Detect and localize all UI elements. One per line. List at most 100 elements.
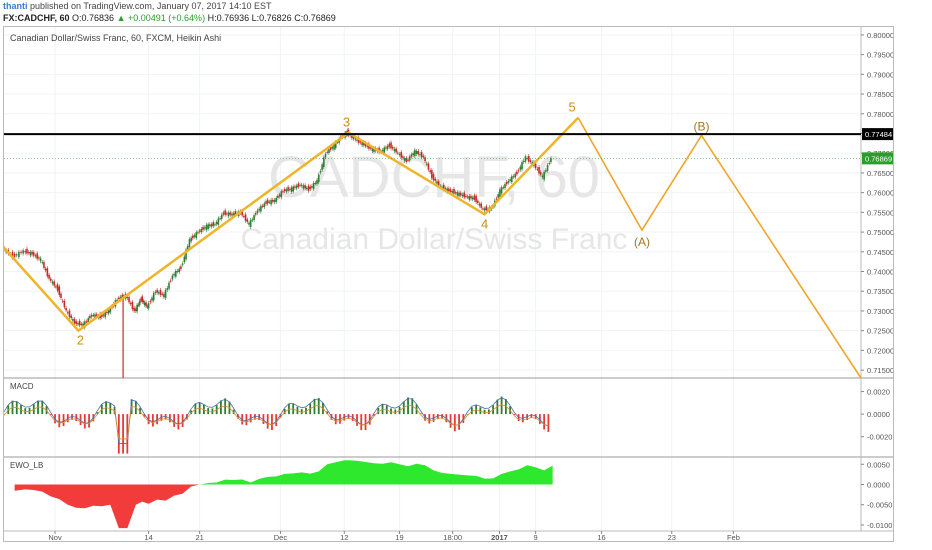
candle-body	[429, 170, 431, 173]
candle-body	[454, 192, 457, 194]
candle-body	[287, 187, 289, 191]
candle-body	[193, 235, 196, 237]
candle-body	[90, 314, 93, 317]
candle-body	[145, 302, 147, 307]
candle-body	[354, 138, 357, 140]
candle-body	[512, 176, 515, 178]
candle-body	[217, 218, 220, 225]
candle-body	[466, 196, 469, 198]
candle-body	[205, 224, 208, 231]
x-tick-label: 2017	[491, 533, 508, 541]
candle-body	[294, 186, 296, 188]
y-tick-label: 0.75000	[867, 228, 893, 237]
candle-body	[522, 160, 525, 163]
candle-body	[458, 192, 460, 197]
candle-body	[383, 147, 386, 153]
candle-body	[209, 224, 211, 227]
author-link[interactable]: thanti	[3, 1, 28, 11]
ewo-negative-area	[14, 484, 553, 529]
candle-body	[80, 323, 83, 325]
candle-body	[68, 310, 71, 318]
candle-body	[299, 184, 301, 186]
candle-body	[319, 171, 322, 173]
candle-body	[15, 254, 18, 256]
candle-body	[470, 195, 472, 199]
y-tick-label: 0.80000	[867, 31, 893, 40]
candle-body	[417, 151, 420, 155]
candle-body	[366, 145, 369, 147]
candle-body	[92, 314, 95, 316]
candle-body	[36, 253, 38, 259]
symbol-label: FX:CADCHF, 60	[3, 13, 70, 23]
candle-body	[20, 251, 22, 253]
candle-body	[550, 158, 552, 163]
candle-body	[39, 258, 42, 262]
y-tick-label: 0.78500	[867, 90, 893, 99]
candle-body	[321, 164, 323, 170]
candle-body	[27, 252, 30, 254]
candle-body	[434, 178, 437, 181]
candle-body	[546, 165, 549, 171]
candle-body	[183, 256, 186, 263]
candle-body	[403, 158, 406, 161]
candle-body	[192, 235, 194, 239]
candle-body	[277, 195, 279, 198]
macd-histogram-bar	[181, 414, 184, 428]
candle-body	[151, 297, 153, 301]
macd-histogram-bar	[543, 414, 546, 430]
candle-body	[536, 168, 539, 170]
candle-body	[514, 173, 517, 178]
candle-body	[180, 266, 182, 269]
candle-body	[48, 274, 50, 279]
candle-body	[292, 186, 295, 192]
candle-body	[521, 162, 523, 170]
macd-histogram-bar	[58, 414, 61, 428]
candle-body	[529, 160, 532, 162]
y-tick-label: 0.72000	[867, 346, 893, 355]
candle-body	[289, 189, 291, 191]
candle-body	[156, 289, 158, 293]
x-tick-label: Nov	[48, 533, 62, 541]
candle-body	[395, 148, 397, 153]
candle-body	[246, 219, 249, 222]
candle-body	[77, 322, 79, 325]
candle-body	[53, 281, 55, 286]
chart-svg[interactable]: CADCHF, 60 Canadian Dollar/Swiss Franc C…	[3, 27, 894, 542]
candle-body	[497, 194, 500, 198]
candle-body	[453, 189, 455, 194]
candle-body	[175, 270, 177, 277]
candle-body	[400, 152, 403, 158]
candle-body	[436, 181, 438, 184]
ohlc-line: FX:CADCHF, 60 O:0.76836 ▲ +0.00491 (+0.6…	[3, 13, 336, 24]
candle-body	[478, 203, 481, 206]
candle-body	[224, 210, 226, 215]
candle-body	[314, 182, 317, 184]
candle-body	[306, 187, 308, 189]
candle-body	[118, 297, 120, 300]
candle-body	[448, 188, 450, 192]
macd-histogram-bar	[458, 414, 460, 430]
candle-body	[437, 181, 440, 186]
candle-body	[393, 148, 396, 152]
candle-body	[405, 158, 408, 162]
candle-body	[152, 293, 155, 301]
x-tick-label: 12	[340, 533, 348, 541]
chart-frame[interactable]: CADCHF, 60 Canadian Dollar/Swiss Franc C…	[3, 26, 894, 542]
candle-body	[475, 195, 477, 203]
ewo-label: EWO_LB	[10, 461, 43, 470]
macd-histogram-bar	[173, 414, 176, 427]
candle-body	[331, 146, 334, 149]
candle-body	[502, 187, 505, 189]
candle-body	[38, 257, 40, 259]
candle-body	[517, 170, 520, 172]
publish-header: thanti published on TradingView.com, Jan…	[0, 0, 932, 26]
candle-body	[397, 152, 399, 154]
candle-body	[495, 198, 498, 200]
candle-body	[22, 250, 24, 254]
candle-body	[278, 194, 281, 197]
macd-histogram-bar	[360, 414, 363, 431]
close-value: C:0.76869	[294, 13, 336, 23]
macd-histogram-bar	[453, 414, 456, 432]
candle-body	[431, 170, 433, 179]
x-tick-label: 19	[395, 533, 403, 541]
